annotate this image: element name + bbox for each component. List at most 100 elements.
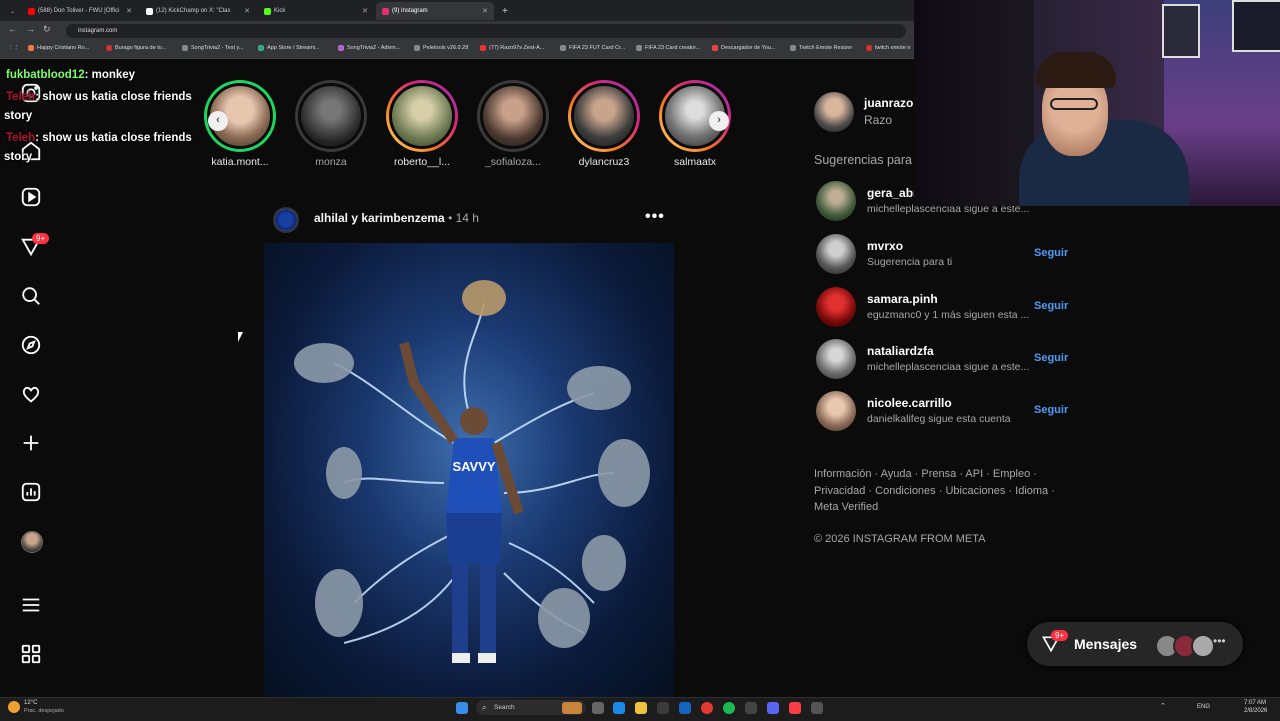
follow-button[interactable]: Seguir [1034,247,1068,259]
suggestion-avatar[interactable] [816,287,856,327]
messages-badge: 9+ [1051,630,1069,641]
spotify-icon[interactable] [723,702,735,714]
back-icon[interactable]: ← [8,24,17,34]
bookmark-item[interactable]: (77) Razo97s Zest-A... [480,45,544,51]
x-icon [146,7,153,15]
create-icon[interactable] [20,432,42,454]
notification-badge: 9+ [32,233,50,244]
edge-icon[interactable] [613,702,625,714]
follow-button[interactable]: Seguir [1034,404,1068,416]
tab-title: (588) Don Toliver - FWU [Offici [38,8,120,14]
browser-tab-instagram[interactable]: (9) Instagram ✕ [376,2,494,20]
more-icon[interactable] [20,643,42,665]
footer-copyright: © 2026 INSTAGRAM FROM META [814,533,986,545]
close-tab-icon[interactable]: ✕ [482,7,488,15]
chat-username: Teleh [6,132,36,144]
footer-links-line3[interactable]: Meta Verified [814,501,878,513]
profile-avatar[interactable] [21,531,43,553]
browser-tab-x[interactable]: (12) KickChamp on X: "Clas ✕ [140,2,256,20]
suggestion-reason: eguzmanc0 y 1 más siguen esta ... [867,309,1030,321]
close-tab-icon[interactable]: ✕ [362,7,368,15]
browser-tab-youtube[interactable]: (588) Don Toliver - FWU [Offici ✕ [22,2,138,20]
bookmark-item[interactable]: Peletools v26.0.28 [414,45,468,51]
file-explorer-icon[interactable] [635,702,647,714]
mail-icon[interactable] [679,702,691,714]
discord-icon[interactable] [767,702,779,714]
stories-next-arrow-icon[interactable]: › [709,111,729,131]
suggestion-username[interactable]: nataliardzfa [867,344,934,358]
bookmark-item[interactable]: Burago figura de to... [106,45,166,51]
stories-prev-arrow-icon[interactable]: ‹ [208,111,228,131]
browser-tab-kick[interactable]: Kick ✕ [258,2,374,20]
bookmark-item[interactable]: twitch emote n [866,45,910,51]
chrome-icon[interactable] [701,702,713,714]
windows-start-icon[interactable] [456,702,468,714]
story-item[interactable]: _sofialoza... [473,80,553,168]
footer-links-line2[interactable]: Privacidad · Condiciones · Ubicaciones ·… [814,485,1055,497]
suggestion-username[interactable]: mvrxo [867,239,903,253]
bookmark-item[interactable]: Happy Cristiano Ro... [28,45,89,51]
footer-links-line1[interactable]: Información · Ayuda · Prensa · API · Emp… [814,468,1037,480]
chat-text-continued: story [4,151,33,163]
profile-username[interactable]: juanrazo [864,96,913,110]
task-view-icon[interactable] [592,702,604,714]
suggestion-avatar[interactable] [816,339,856,379]
bookmark-item[interactable]: App Store / Streami... [258,45,320,51]
explore-icon[interactable] [20,334,42,356]
story-item[interactable]: monza [291,80,371,168]
bookmark-item[interactable]: SongTrivia2 - Adivin... [338,45,400,51]
url-input[interactable]: instagram.com [66,24,906,38]
bookmark-item[interactable]: Twitch Emote Resizer [790,45,852,51]
post-image[interactable]: SAVVY [264,243,674,697]
profile-avatar-large[interactable] [814,92,854,132]
obs-icon[interactable] [745,702,757,714]
story-username: monza [315,156,347,168]
tab-search-button[interactable]: ⌄ [4,2,18,20]
suggestion-row: nicolee.carrillo danielkalifeg sigue est… [816,391,1076,433]
suggestion-username[interactable]: gera_abr [867,186,918,200]
suggestion-username[interactable]: nicolee.carrillo [867,396,952,410]
bookmark-item[interactable]: SongTrivia2 - Test y... [182,45,243,51]
close-tab-icon[interactable]: ✕ [126,7,132,15]
suggestion-avatar[interactable] [816,234,856,274]
suggestion-avatar[interactable] [816,181,856,221]
store-icon[interactable] [657,702,669,714]
suggestion-username[interactable]: samara.pinh [867,292,938,306]
app-icon[interactable] [811,702,823,714]
wall-frame [1232,0,1280,52]
menu-icon[interactable] [20,594,42,616]
tray-chevron-icon[interactable]: ⌃ [1160,702,1166,710]
webcam-overlay [914,0,1280,206]
reels-icon[interactable] [20,186,42,208]
search-icon[interactable] [20,285,42,307]
bookmark-item[interactable]: FIFA 23 FUT Card Cr... [560,45,625,51]
music-icon[interactable] [789,702,801,714]
post-options-icon[interactable]: ••• [645,208,665,226]
heart-icon[interactable] [20,383,42,405]
clock-date[interactable]: 2/8/2026 [1244,708,1267,714]
messages-button[interactable]: 9+ Mensajes ••• [1027,622,1243,666]
story-item[interactable]: roberto__l... [382,80,462,168]
close-tab-icon[interactable]: ✕ [244,7,250,15]
post-author[interactable]: alhilal y karimbenzema [314,211,445,225]
story-item[interactable]: dylancruz3 [564,80,644,168]
follow-button[interactable]: Seguir [1034,352,1068,364]
reload-icon[interactable]: ↻ [43,24,51,35]
suggestion-avatar[interactable] [816,391,856,431]
language-indicator[interactable]: ENG [1197,704,1210,710]
apps-icon[interactable]: ⋮⋮ [8,45,19,51]
clock-time[interactable]: 7:07 AM [1244,700,1266,706]
weather-icon[interactable] [8,701,20,713]
story-ring [386,80,458,152]
new-tab-button[interactable]: + [496,2,512,20]
chat-text: : monkey [84,69,136,81]
chat-text-continued: story [4,110,33,122]
post-author-avatar[interactable] [273,207,299,233]
forward-icon[interactable]: → [26,24,35,34]
jersey-sponsor-text: SAVVY [452,459,495,474]
chat-username: Teleh [6,91,36,103]
bookmark-item[interactable]: Descargador de You... [712,45,775,51]
bookmark-item[interactable]: FIFA 23 Card creator... [636,45,700,51]
dashboard-icon[interactable] [20,481,42,503]
follow-button[interactable]: Seguir [1034,300,1068,312]
